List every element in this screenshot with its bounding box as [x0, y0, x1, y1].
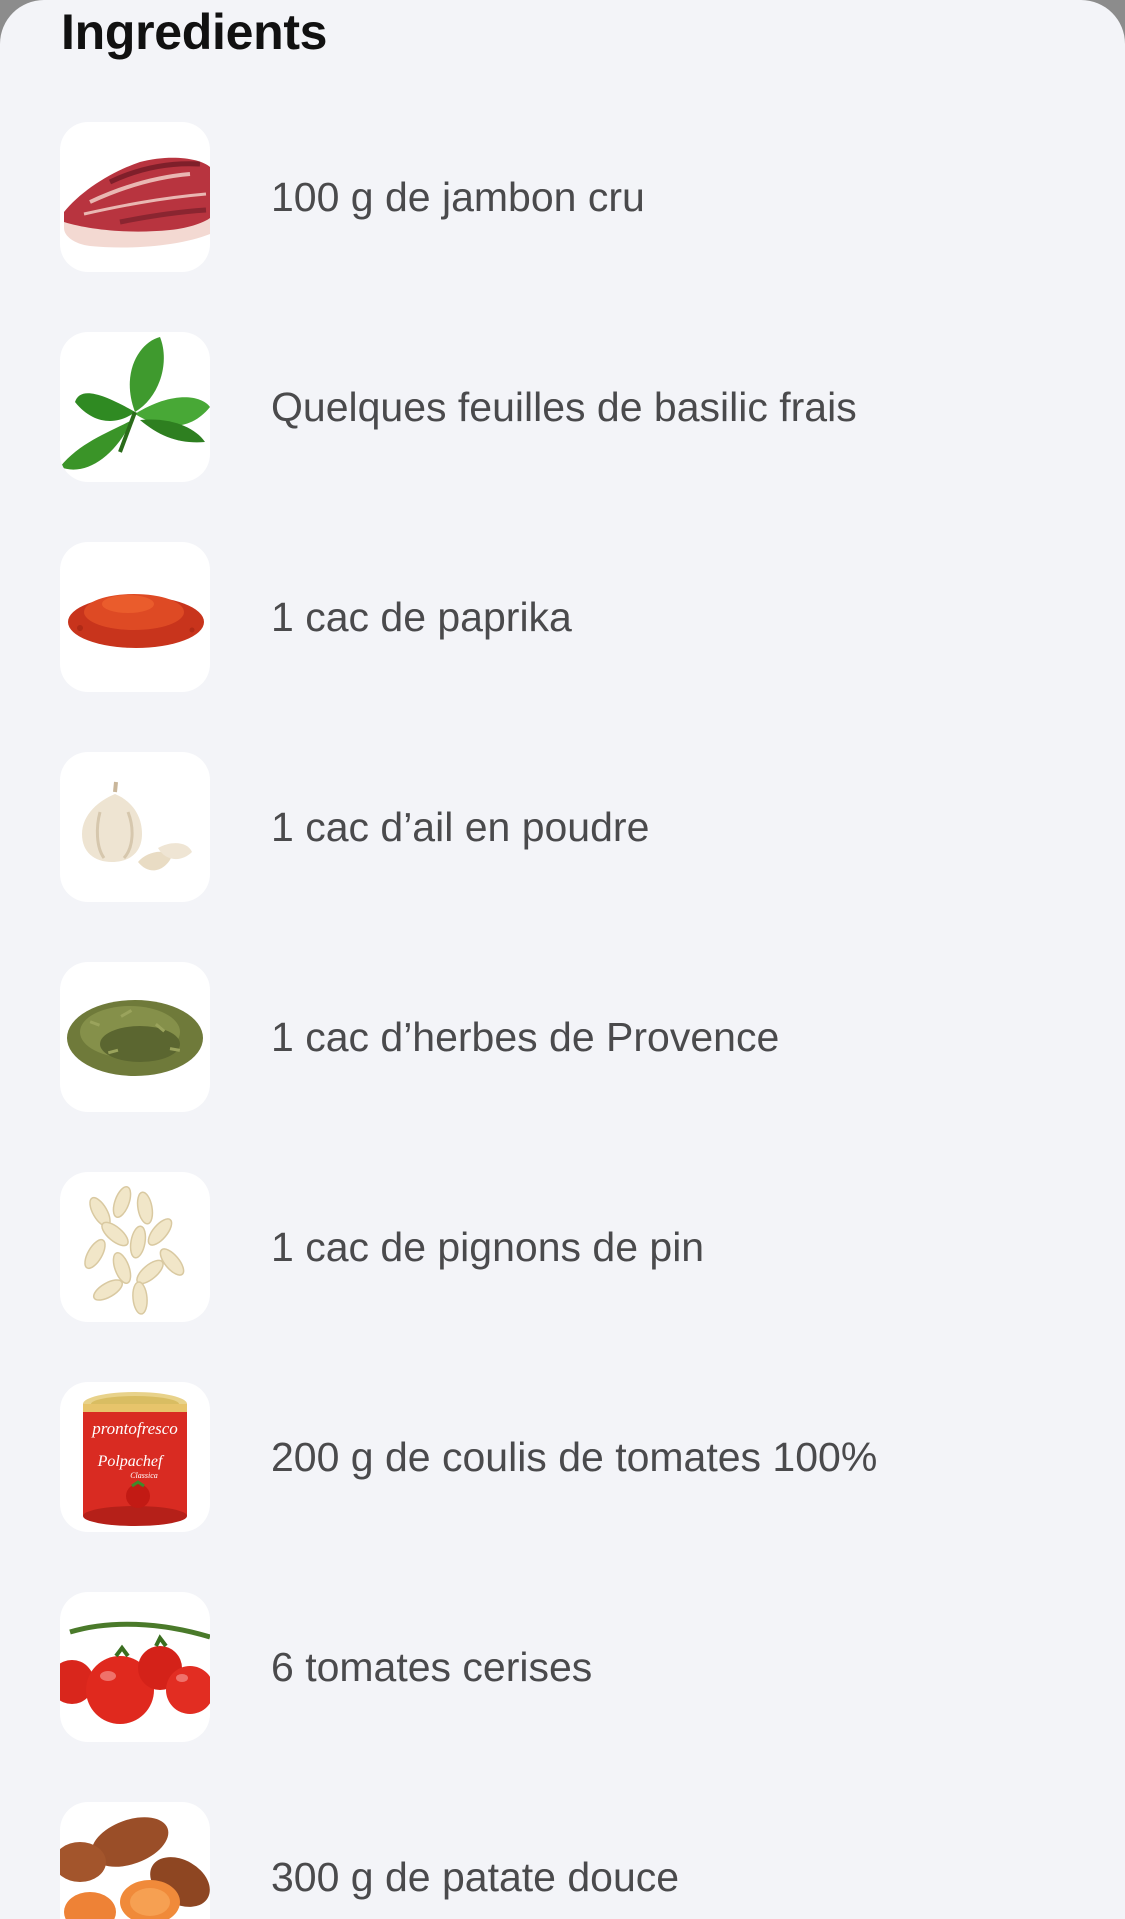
ingredient-label: 1 cac de paprika	[271, 594, 572, 640]
tomato-can-icon: prontofresco Polpachef Classica	[60, 1382, 210, 1532]
ingredient-item[interactable]: 100 g de jambon cru	[0, 122, 1125, 332]
ingredients-sheet: Ingredients 100 g de jambon cru Quelques…	[0, 0, 1125, 1919]
ingredient-label: 1 cac d’herbes de Provence	[271, 1014, 780, 1060]
ingredient-label: 200 g de coulis de tomates 100%	[271, 1434, 878, 1480]
ingredient-label: 1 cac d’ail en poudre	[271, 804, 650, 850]
ingredient-item[interactable]: 6 tomates cerises	[0, 1592, 1125, 1802]
basil-icon	[60, 332, 210, 482]
ingredient-item[interactable]: 300 g de patate douce	[0, 1802, 1125, 1919]
garlic-icon	[60, 752, 210, 902]
ingredient-label: 1 cac de pignons de pin	[271, 1224, 705, 1270]
ingredient-label: 6 tomates cerises	[271, 1644, 593, 1690]
ingredient-item[interactable]: 1 cac de paprika	[0, 542, 1125, 752]
can-brand: prontofresco	[91, 1419, 178, 1438]
prosciutto-icon	[60, 122, 210, 272]
herbs-icon	[60, 962, 210, 1112]
ingredient-item[interactable]: 1 cac d’herbes de Provence	[0, 962, 1125, 1172]
ingredient-item[interactable]: 1 cac d’ail en poudre	[0, 752, 1125, 962]
pine-nuts-icon	[60, 1172, 210, 1322]
section-title: Ingredients	[61, 4, 328, 60]
ingredient-list: 100 g de jambon cru Quelques feuilles de…	[0, 122, 1125, 1919]
paprika-icon	[60, 542, 210, 692]
can-variant: Classica	[130, 1471, 158, 1480]
cherry-tomatoes-icon	[60, 1592, 210, 1742]
ingredient-label: 100 g de jambon cru	[271, 174, 645, 220]
ingredient-label: Quelques feuilles de basilic frais	[271, 384, 857, 430]
ingredient-item[interactable]: prontofresco Polpachef Classica 200 g de…	[0, 1382, 1125, 1592]
sweet-potato-icon	[60, 1802, 210, 1919]
ingredient-label: 300 g de patate douce	[271, 1854, 680, 1900]
ingredient-item[interactable]: Quelques feuilles de basilic frais	[0, 332, 1125, 542]
can-product: Polpachef	[97, 1453, 165, 1470]
ingredient-item[interactable]: 1 cac de pignons de pin	[0, 1172, 1125, 1382]
